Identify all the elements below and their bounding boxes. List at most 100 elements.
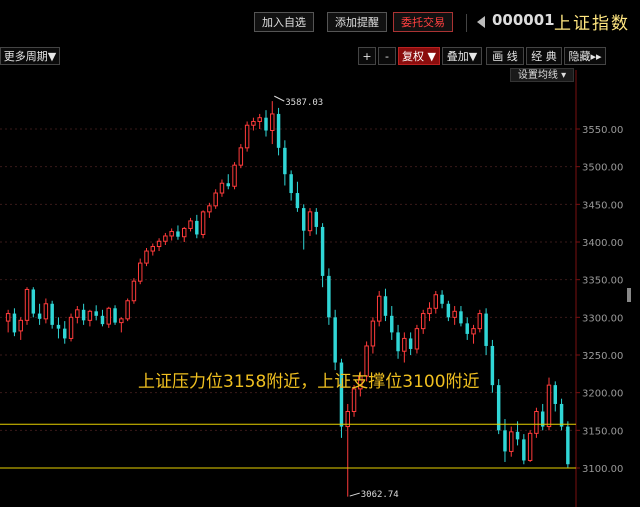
zoom-out-button[interactable]: - (378, 47, 396, 65)
candle-up (351, 388, 357, 412)
candle-up (119, 318, 124, 324)
stock-name: 上证指数 (554, 14, 630, 34)
candle-up (188, 220, 193, 229)
annotation-text: 上证压力位3158附近，上证支撑位3100附近 (138, 372, 480, 392)
high-price-label: 3587.03 (285, 98, 323, 108)
candle-down (176, 231, 180, 237)
y-tick-label: 3400.00 (582, 238, 623, 249)
candle-down (31, 289, 36, 314)
candle-down (484, 313, 488, 346)
candle-up (219, 182, 225, 194)
candle-up (156, 240, 162, 248)
candle-up (471, 328, 476, 335)
add-alert-button[interactable]: 添加提醒 (327, 12, 387, 32)
y-tick-label: 3450.00 (582, 200, 623, 211)
candle-down (503, 430, 507, 452)
candle-up (43, 303, 49, 320)
candle-up (270, 113, 275, 132)
trade-button[interactable]: 委托交易 (393, 12, 453, 32)
candle-up (18, 319, 23, 332)
candle-up (232, 164, 237, 187)
candle-down (264, 117, 268, 131)
candle-down (295, 193, 300, 209)
y-tick-label: 3350.00 (582, 276, 623, 287)
classic-button[interactable]: 经 典 (526, 47, 562, 65)
candle-down (56, 324, 61, 329)
candle-up (427, 307, 432, 315)
y-tick-label: 3300.00 (582, 313, 623, 324)
candle-down (566, 426, 570, 465)
candle-up (207, 205, 212, 213)
candle-up (150, 246, 156, 252)
y-tick-label: 3500.00 (582, 163, 623, 174)
prev-stock-icon[interactable] (477, 16, 485, 28)
restore-rights-dropdown[interactable]: 复权 ▼ (398, 47, 440, 65)
candle-up (213, 192, 218, 207)
candle-down (314, 211, 319, 227)
candle-up (75, 309, 80, 318)
candle-down (390, 315, 394, 333)
add-watchlist-button[interactable]: 加入自选 (254, 12, 314, 32)
candle-up (307, 211, 313, 232)
candle-up (370, 320, 376, 347)
separator (466, 14, 467, 32)
candle-down (113, 308, 117, 323)
candle-up (131, 280, 137, 302)
zoom-in-button[interactable]: + (358, 47, 376, 65)
candle-down (12, 313, 17, 333)
more-period-dropdown[interactable]: 更多周期▼ (0, 47, 60, 65)
candle-down (81, 309, 86, 321)
candle-up (137, 262, 143, 282)
candle-up (452, 310, 457, 318)
overlay-dropdown[interactable]: 叠加▼ (442, 47, 482, 65)
low-price-label: 3062.74 (361, 490, 399, 500)
candle-up (376, 295, 382, 322)
candle-up (244, 124, 250, 149)
candle-down (94, 311, 98, 316)
candle-up (5, 313, 11, 322)
candle-down (459, 311, 463, 324)
candle-up (125, 300, 130, 320)
candle-down (496, 385, 501, 431)
candle-down (226, 183, 230, 187)
candle-up (144, 250, 149, 264)
candle-down (100, 315, 105, 325)
candle-up (546, 384, 552, 428)
candle-down (37, 313, 42, 319)
candle-down (327, 275, 331, 318)
candle-down (289, 174, 293, 194)
candle-up (24, 288, 30, 321)
candle-up (238, 147, 244, 166)
candle-down (522, 439, 526, 461)
candle-up (420, 313, 426, 330)
candle-up (477, 313, 483, 330)
top-toolbar: 加入自选 添加提醒 委托交易 000001 上证指数 (0, 0, 640, 44)
candle-down (396, 332, 400, 352)
candle-down (320, 226, 325, 276)
kline-chart[interactable]: 3550.00 3500.00 3450.00 3400.00 3350.00 3300.… (0, 70, 640, 507)
scroll-marker-icon[interactable] (627, 288, 631, 302)
candle-down (446, 303, 451, 318)
candle-down (465, 323, 469, 334)
draw-line-button[interactable]: 画 线 (486, 47, 524, 65)
candle-down (408, 338, 413, 349)
candle-down (490, 345, 495, 386)
candle-up (509, 431, 514, 452)
candle-down (553, 385, 558, 404)
y-tick-label: 3250.00 (582, 351, 623, 362)
y-tick-label: 3150.00 (582, 426, 623, 437)
candle-up (200, 211, 206, 235)
candle-down (515, 431, 520, 440)
candle-down (559, 403, 564, 427)
candle-up (106, 307, 111, 325)
candle-up (182, 227, 187, 238)
candle-down (276, 113, 281, 148)
candle-down (333, 317, 337, 363)
y-tick-label: 3550.00 (582, 125, 623, 136)
hide-button[interactable]: 隐藏▸▸ (564, 47, 606, 65)
high-pointer (274, 95, 285, 102)
candle-down (301, 208, 306, 231)
candle-up (68, 316, 74, 339)
low-pointer (349, 492, 360, 497)
candle-down (50, 303, 54, 325)
